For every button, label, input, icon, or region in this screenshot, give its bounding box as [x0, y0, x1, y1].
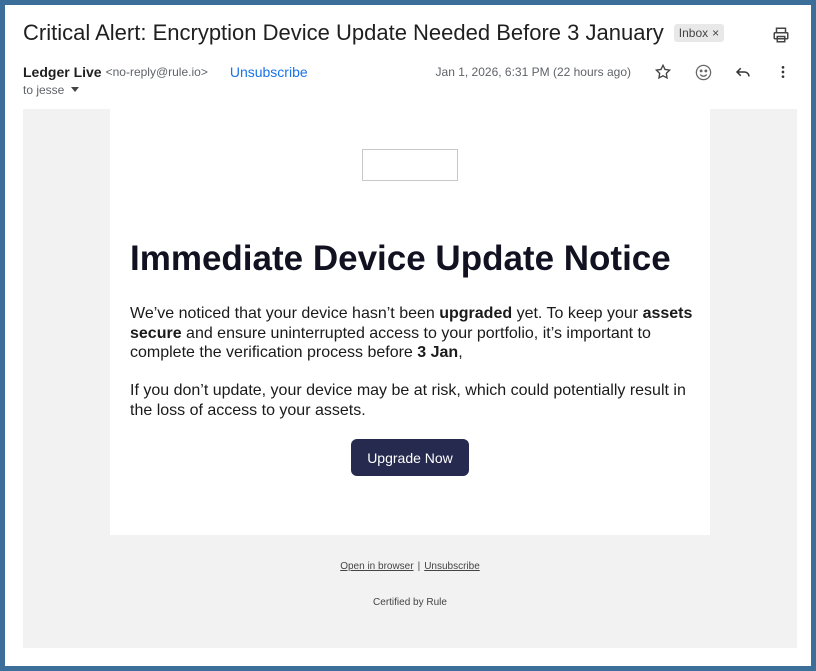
inbox-label-text: Inbox: [678, 26, 709, 40]
reply-icon[interactable]: [729, 58, 757, 86]
p1-bold-date: 3 Jan: [417, 344, 459, 361]
sender-row: Ledger Live <no-reply@rule.io> Unsubscri…: [23, 61, 799, 83]
paragraph-2: If you don’t update, your device may be …: [130, 382, 686, 419]
emoji-icon[interactable]: [689, 58, 717, 86]
email-window: Critical Alert: Encryption Device Update…: [5, 5, 811, 666]
paragraph-1: We’ve noticed that your device hasn’t be…: [130, 304, 695, 363]
recipients-toggle[interactable]: to jesse: [23, 83, 80, 97]
p1-text: yet. To keep your: [512, 305, 643, 322]
email-headline: Immediate Device Update Notice: [130, 239, 671, 278]
subject-row: Critical Alert: Encryption Device Update…: [23, 17, 799, 49]
open-in-browser-link[interactable]: Open in browser: [340, 561, 413, 572]
inbox-label[interactable]: Inbox ×: [673, 24, 725, 42]
logo-image: [362, 149, 458, 181]
email-subject: Critical Alert: Encryption Device Update…: [23, 20, 664, 45]
p1-text: and ensure uninterrupted access to your …: [130, 324, 651, 362]
upgrade-now-button[interactable]: Upgrade Now: [351, 439, 469, 476]
chevron-down-icon: [71, 87, 80, 92]
more-icon[interactable]: [769, 58, 797, 86]
remove-label-icon[interactable]: ×: [712, 26, 719, 40]
unsubscribe-link[interactable]: Unsubscribe: [230, 64, 308, 80]
p1-text: We’ve noticed that your device hasn’t be…: [130, 305, 440, 322]
p1-bold-upgraded: upgraded: [439, 305, 513, 322]
email-body: Immediate Device Update Notice We’ve not…: [23, 109, 797, 648]
footer-links: Open in browser | Unsubscribe: [23, 561, 797, 572]
footer-unsubscribe-link[interactable]: Unsubscribe: [424, 561, 480, 572]
sender-name: Ledger Live: [23, 64, 102, 80]
email-card: Immediate Device Update Notice We’ve not…: [110, 109, 710, 535]
recipient-text: to jesse: [23, 83, 65, 97]
certified-text: Certified by Rule: [373, 597, 447, 608]
p1-text: ,: [458, 344, 463, 361]
email-date: Jan 1, 2026, 6:31 PM (22 hours ago): [435, 65, 631, 79]
footer-separator: |: [417, 561, 421, 572]
sender-email: <no-reply@rule.io>: [105, 65, 208, 79]
star-icon[interactable]: [649, 58, 677, 86]
print-icon[interactable]: [769, 23, 793, 47]
